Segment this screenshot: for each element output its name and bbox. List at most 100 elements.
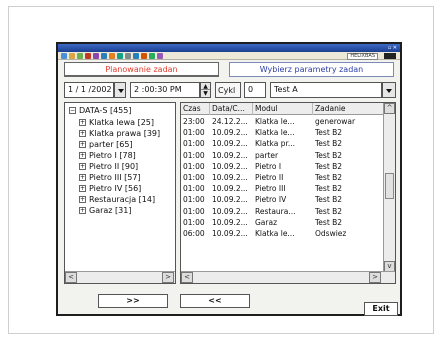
tree-node[interactable]: + Pietro III [57] [79, 172, 141, 183]
tab-planowanie-zadan[interactable]: Planowanie zadan [64, 62, 219, 77]
expand-icon[interactable]: + [79, 141, 86, 148]
tree-node[interactable]: + Pietro IV [56] [79, 183, 141, 194]
expand-icon[interactable]: + [79, 119, 86, 126]
column-header-zadanie[interactable]: Zadanie [313, 103, 385, 115]
tb-d-icon[interactable] [85, 53, 91, 59]
expand-icon[interactable]: + [79, 185, 86, 192]
table-row[interactable]: 06:00 10.09.2... Klatka le... Odswiez [181, 228, 385, 239]
tab-wybierz-parametry[interactable]: Wybierz parametry zadan [229, 62, 394, 77]
tree-root[interactable]: − DATA-S [455] [69, 105, 131, 116]
tree-node[interactable]: + Klatka prawa [39] [79, 128, 160, 139]
table-row[interactable]: 01:00 10.09.2... Restaura... Test B2 [181, 206, 385, 217]
tree-root-label: DATA-S [455] [79, 106, 132, 115]
exit-button[interactable]: Exit [364, 302, 398, 316]
table-cell: Test B2 [315, 195, 343, 205]
scroll-left-icon[interactable]: < [65, 272, 77, 283]
table-cell: 10.09.2... [212, 173, 248, 182]
table-cell: 10.09.2... [212, 128, 248, 138]
tree-node[interactable]: + Restauracja [14] [79, 194, 155, 205]
tb-i-icon[interactable] [125, 53, 131, 59]
table-cell: 10.09.2... [212, 229, 248, 238]
tb-b-icon[interactable] [69, 53, 75, 59]
table-cell: 01:00 [183, 184, 205, 194]
tb-c-icon[interactable] [77, 53, 83, 59]
table-row[interactable]: 01:00 10.09.2... Pietro IV Test B2 [181, 194, 385, 205]
expand-icon[interactable]: + [79, 207, 86, 214]
scroll-up-icon[interactable]: ^ [384, 103, 395, 114]
table-row[interactable]: 01:00 10.09.2... Pietro III Test B2 [181, 183, 385, 194]
scroll-thumb[interactable] [385, 173, 394, 199]
table-cell: Test B2 [315, 139, 343, 149]
table-vertical-scrollbar[interactable]: ^ v [383, 103, 395, 273]
tb-l-icon[interactable] [149, 53, 155, 59]
forward-button[interactable]: >> [98, 294, 168, 308]
table-cell: Pietro I [255, 161, 282, 171]
table-cell: Pietro IV [255, 195, 287, 205]
tb-f-icon[interactable] [101, 53, 107, 59]
date-dropdown-button[interactable] [114, 82, 126, 98]
scroll-right-icon[interactable]: > [162, 272, 174, 283]
time-spinner[interactable]: ▲ ▼ [200, 82, 211, 98]
test-dropdown-button[interactable] [382, 82, 396, 98]
tb-a-icon[interactable] [61, 53, 67, 59]
table-row[interactable]: 23:00 24.12.2... Klatka le... generowar [181, 116, 385, 127]
table-row[interactable]: 01:00 10.09.2... Garaz Test B2 [181, 217, 385, 228]
spin-up-icon[interactable]: ▲ [201, 83, 210, 90]
table-cell: Pietro III [255, 184, 286, 194]
scroll-right-icon[interactable]: > [369, 272, 381, 283]
tb-g-icon[interactable] [109, 53, 115, 59]
tree-node-label: Pietro IV [56] [89, 184, 142, 193]
column-header-data[interactable]: Data/C... [210, 103, 253, 115]
table-row[interactable]: 01:00 10.09.2... Pietro II Test B2 [181, 172, 385, 183]
tree-horizontal-scrollbar[interactable]: < > [65, 271, 175, 283]
cycle-label: Cykl [215, 82, 241, 98]
table-cell: parter [255, 150, 279, 160]
cycle-input[interactable]: 0 [244, 82, 266, 98]
tree-node[interactable]: + Pietro II [90] [79, 161, 138, 172]
table-cell: 23:00 [183, 117, 205, 126]
table-cell: Klatka le... [255, 229, 295, 238]
table-row[interactable]: 01:00 10.09.2... Pietro I Test B2 [181, 161, 385, 172]
tb-k-icon[interactable] [141, 53, 147, 59]
application-window: ▫ ✕ HELIXBAS Planowanie zadan Wybierz pa… [56, 42, 402, 316]
table-cell: 01:00 [183, 139, 205, 149]
expand-icon[interactable]: + [79, 130, 86, 137]
expand-icon[interactable]: + [79, 152, 86, 159]
table-cell: 01:00 [183, 217, 205, 227]
tree-node[interactable]: + parter [65] [79, 139, 133, 150]
table-cell: 06:00 [183, 229, 205, 238]
tree-node[interactable]: + Garaz [31] [79, 205, 131, 216]
table-cell: Pietro II [255, 173, 284, 182]
date-picker-field[interactable]: 1 / 1 /2002 [64, 82, 114, 98]
table-cell: Test B2 [315, 173, 343, 182]
table-row[interactable]: 01:00 10.09.2... Klatka pr... Test B2 [181, 138, 385, 149]
tree-node-label: Klatka prawa [39] [89, 129, 161, 138]
column-header-czas[interactable]: Czas [181, 103, 210, 115]
table-cell: 10.09.2... [212, 217, 248, 227]
table-cell: 10.09.2... [212, 161, 248, 171]
tb-m-icon[interactable] [157, 53, 163, 59]
spin-down-icon[interactable]: ▼ [201, 90, 210, 97]
column-header-modul[interactable]: Modul [253, 103, 313, 115]
time-field[interactable]: 2 :00:30 PM [130, 82, 200, 98]
toolbar-dark-icon[interactable] [384, 53, 396, 59]
expand-icon[interactable]: + [79, 163, 86, 170]
expand-icon[interactable]: + [79, 196, 86, 203]
back-button[interactable]: << [180, 294, 250, 308]
tree-node-label: Klatka lewa [25] [89, 118, 154, 127]
collapse-icon[interactable]: − [69, 107, 76, 114]
test-select[interactable]: Test A [270, 82, 382, 98]
tb-h-icon[interactable] [117, 53, 123, 59]
table-horizontal-scrollbar[interactable]: < > [181, 271, 395, 283]
table-header: Czas Data/C... Modul Zadanie [181, 103, 385, 115]
table-row[interactable]: 01:00 10.09.2... parter Test B2 [181, 150, 385, 161]
tree-node[interactable]: + Pietro I [78] [79, 150, 136, 161]
tree-node[interactable]: + Klatka lewa [25] [79, 117, 154, 128]
tree-node-label: Pietro II [90] [89, 162, 139, 171]
window-controls[interactable]: ▫ ✕ [388, 45, 397, 51]
table-row[interactable]: 01:00 10.09.2... Klatka le... Test B2 [181, 127, 385, 138]
tb-j-icon[interactable] [133, 53, 139, 59]
scroll-left-icon[interactable]: < [181, 272, 193, 283]
expand-icon[interactable]: + [79, 174, 86, 181]
tb-e-icon[interactable] [93, 53, 99, 59]
